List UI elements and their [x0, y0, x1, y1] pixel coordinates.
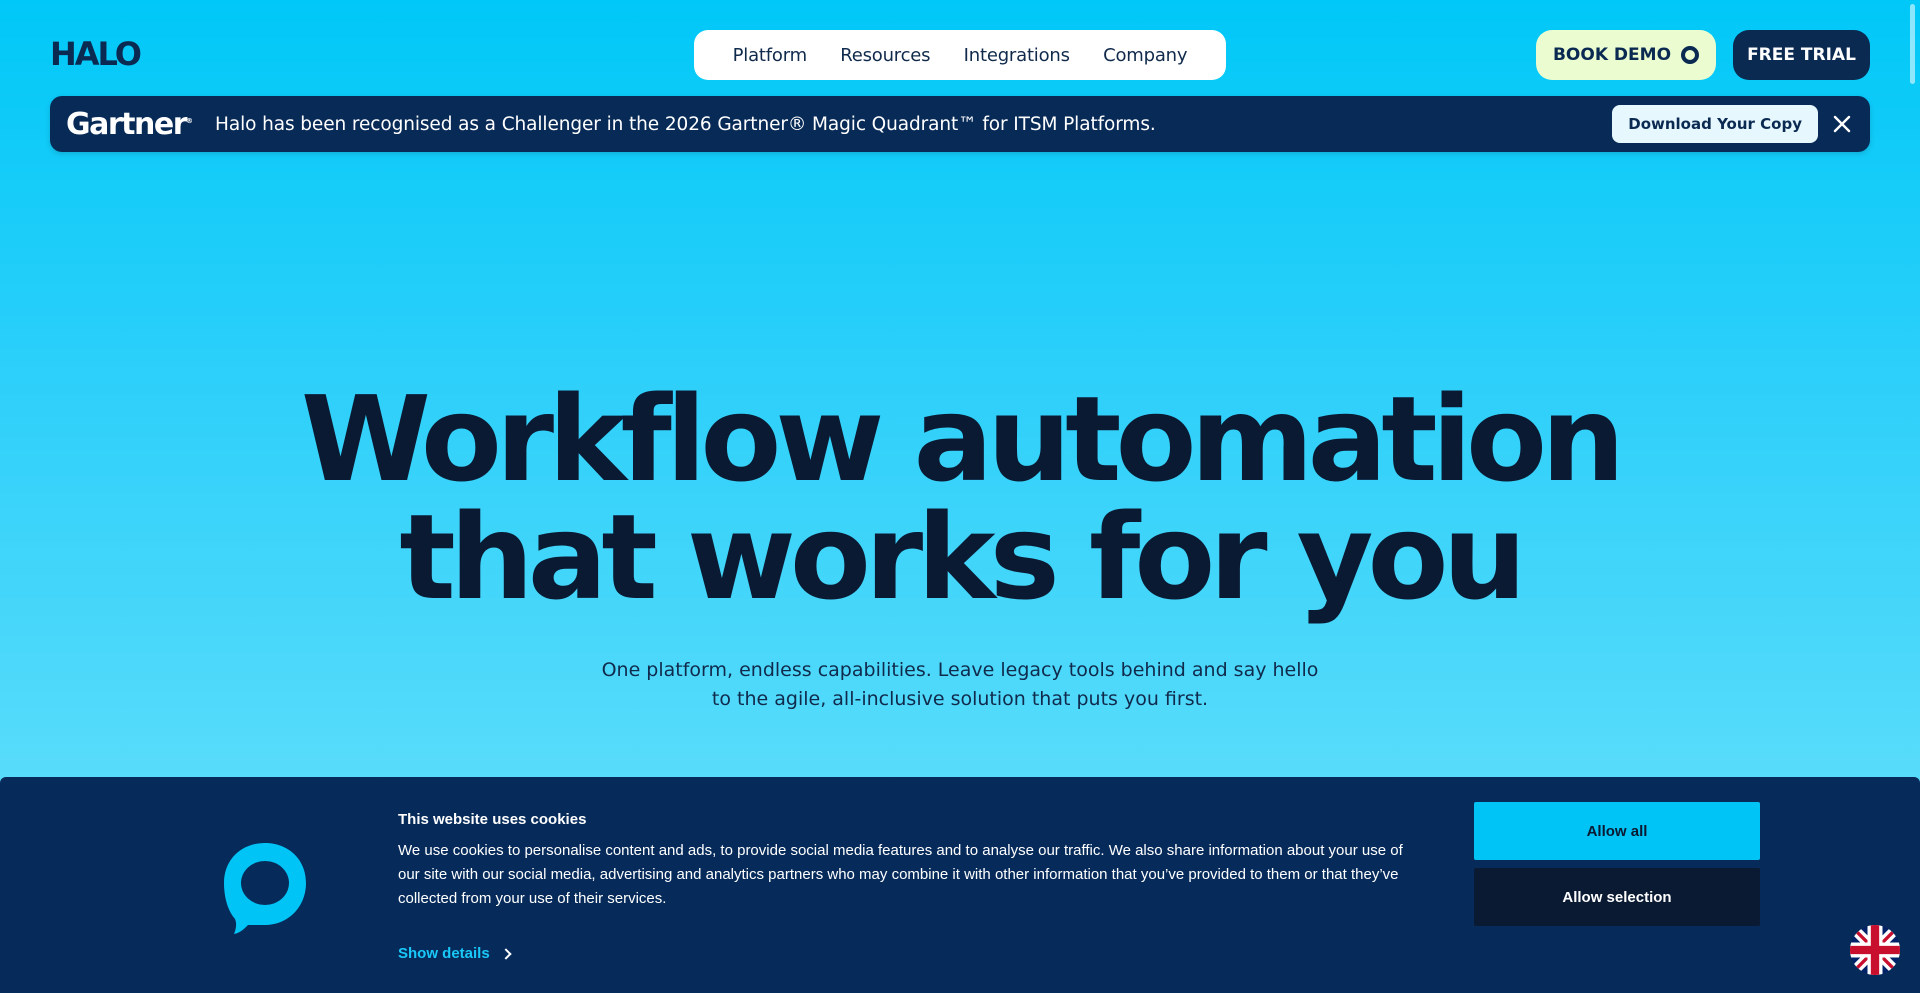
halo-logo[interactable]: HALO — [50, 36, 150, 70]
book-demo-label: BOOK DEMO — [1552, 45, 1672, 65]
halo-logo-mark: HALO — [50, 37, 143, 69]
nav-platform[interactable]: Platform — [733, 45, 808, 66]
chat-bubble-icon — [224, 843, 306, 934]
hero-subtitle: One platform, endless capabilities. Leav… — [601, 659, 1319, 710]
allow-all-label: Allow all — [1586, 822, 1648, 840]
allow-selection-button[interactable]: Allow selection — [1474, 868, 1760, 926]
gartner-banner: Gartner® Halo has been recognised as a C… — [50, 96, 1870, 152]
show-details-link[interactable]: Show details — [398, 945, 512, 962]
download-copy-label: Download Your Copy — [1628, 115, 1802, 133]
chevron-right-icon — [500, 947, 512, 960]
nav-company[interactable]: Company — [1103, 45, 1187, 66]
nav-integrations[interactable]: Integrations — [964, 45, 1070, 66]
cookie-text: We use cookies to personalise content an… — [398, 842, 1403, 907]
page-scrollbar[interactable] — [1910, 4, 1915, 84]
allow-selection-label: Allow selection — [1562, 888, 1672, 906]
uk-flag-icon[interactable] — [1850, 925, 1900, 975]
free-trial-label: FREE TRIAL — [1747, 45, 1856, 65]
book-demo-button[interactable]: BOOK DEMO — [1536, 30, 1716, 80]
banner-text: Halo has been recognised as a Challenger… — [215, 113, 1156, 135]
show-details-label: Show details — [398, 945, 490, 962]
hero-title: Workflow automation that works for you — [0, 380, 1920, 616]
gartner-logo: Gartner® — [66, 106, 194, 142]
chat-bubble-icon — [1681, 46, 1700, 64]
hero-title-line2: that works for you — [399, 488, 1526, 626]
cookie-banner: This website uses cookies We use cookies… — [0, 777, 1920, 993]
allow-all-button[interactable]: Allow all — [1474, 802, 1760, 860]
free-trial-button[interactable]: FREE TRIAL — [1733, 30, 1870, 80]
hero-title-line1: Workflow automation — [300, 370, 1625, 508]
nav-resources[interactable]: Resources — [840, 45, 930, 66]
download-copy-button[interactable]: Download Your Copy — [1612, 105, 1818, 143]
cookie-title: This website uses cookies — [398, 811, 587, 828]
main-nav: Platform Resources Integrations Company — [694, 30, 1226, 80]
close-icon[interactable] — [1830, 112, 1854, 136]
svg-text:HALO: HALO — [50, 37, 141, 69]
